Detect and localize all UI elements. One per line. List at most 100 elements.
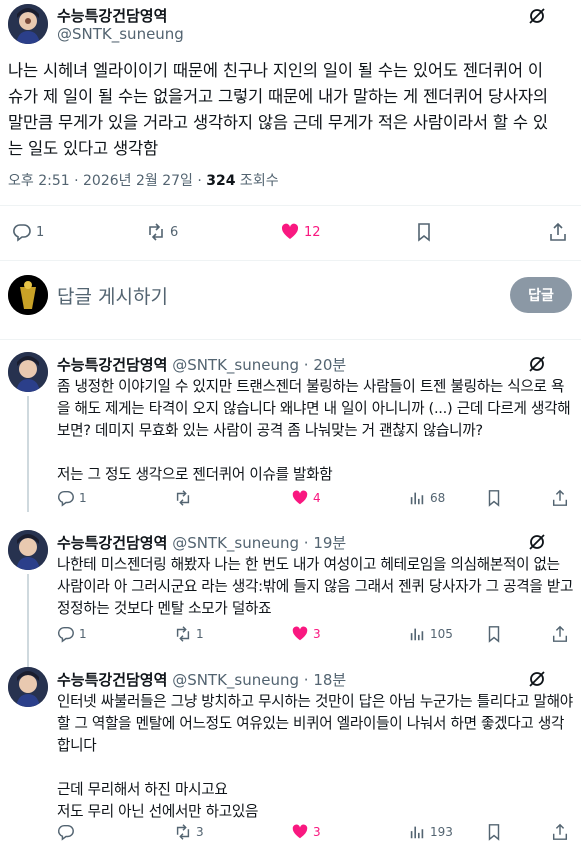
reply-author-name[interactable]: 수능특강건담영역 (57, 671, 167, 689)
retweet-count: 3 (196, 825, 204, 839)
reply-handle-time[interactable]: @SNTK_suneung · 20분 (172, 356, 346, 374)
reply-button[interactable] (57, 823, 79, 841)
reply-button[interactable]: 1 (57, 489, 87, 507)
reply-header: 수능특강건담영역 @SNTK_suneung · 18분 (57, 669, 346, 690)
views-label: 조회수 (235, 173, 279, 189)
share-button[interactable] (551, 489, 569, 507)
retweet-button[interactable] (174, 489, 196, 507)
bookmark-button[interactable] (485, 489, 503, 507)
reply-action-bar: 3 3 193 (57, 823, 577, 843)
reply-avatar[interactable] (8, 667, 48, 707)
reply-avatar[interactable] (8, 530, 48, 570)
retweet-count: 6 (170, 224, 179, 240)
grok-icon[interactable] (527, 532, 547, 552)
views-icon (410, 628, 424, 641)
bookmark-button[interactable] (414, 222, 434, 242)
views-button[interactable]: 105 (408, 625, 453, 643)
divider (0, 339, 581, 340)
reply-handle-time[interactable]: @SNTK_suneung · 18분 (172, 671, 346, 689)
like-count: 12 (304, 224, 321, 240)
reply-paragraph: 저는 그 정도 생각으로 젠더퀴어 이슈를 발화함 (57, 466, 333, 483)
reply-handle-time[interactable]: @SNTK_suneung · 19분 (172, 534, 346, 552)
like-button[interactable]: 4 (291, 489, 321, 507)
views-count: 105 (430, 627, 453, 641)
reply-text: 좀 냉정한 이야기일 수 있지만 트랜스젠더 불링하는 사람들이 트젠 불링하는… (57, 376, 575, 486)
reply-item[interactable]: 수능특강건담영역 @SNTK_suneung · 18분 인터넷 싸불러들은 그… (0, 667, 581, 847)
user-avatar[interactable] (8, 275, 48, 315)
grok-icon[interactable] (527, 354, 547, 374)
divider (0, 205, 581, 206)
like-count: 3 (313, 825, 321, 839)
author-handle[interactable]: @SNTK_suneung (57, 25, 184, 43)
author-name[interactable]: 수능특강건담영역 (57, 5, 167, 26)
heart-icon (292, 626, 308, 641)
reply-author-name[interactable]: 수능특강건담영역 (57, 534, 167, 552)
thread-line (27, 396, 29, 512)
reply-paragraph: 인터넷 싸불러들은 그냥 방치하고 무시하는 것만이 답은 아님 누군가는 틀리… (57, 693, 573, 754)
reply-header: 수능특강건담영역 @SNTK_suneung · 20분 (57, 354, 346, 375)
views-icon (410, 826, 424, 839)
bookmark-icon (488, 626, 500, 643)
reply-icon (58, 626, 74, 643)
author-avatar[interactable] (8, 4, 48, 44)
divider (0, 260, 581, 261)
reply-item[interactable]: 수능특강건담영역 @SNTK_suneung · 20분 좀 냉정한 이야기일 … (0, 352, 581, 512)
post-timestamp[interactable]: 오후 2:51 · 2026년 2월 27일 · (8, 173, 206, 189)
grok-icon[interactable] (527, 669, 547, 689)
heart-icon (281, 223, 299, 239)
reply-text: 인터넷 싸불러들은 그냥 방치하고 무시하는 것만이 답은 아님 누군가는 틀리… (57, 691, 575, 823)
retweet-button[interactable]: 6 (146, 222, 178, 242)
views-count: 193 (430, 825, 453, 839)
heart-icon (292, 490, 308, 505)
like-count: 4 (313, 491, 321, 505)
reply-submit-button[interactable]: 답글 (510, 277, 572, 313)
share-button[interactable] (551, 625, 569, 643)
reply-icon (13, 224, 31, 242)
share-button[interactable] (548, 222, 568, 242)
bookmark-icon (488, 490, 500, 507)
reply-paragraph: 나한테 미스젠더링 해봤자 나는 한 번도 내가 여성이고 헤테로임을 의심해본… (57, 556, 574, 617)
share-icon (552, 823, 568, 840)
views-button[interactable]: 193 (408, 823, 453, 841)
reply-count: 1 (79, 491, 87, 505)
share-icon (550, 222, 566, 241)
reply-author-name[interactable]: 수능특강건담영역 (57, 356, 167, 374)
like-button[interactable]: 3 (291, 625, 321, 643)
views-count: 68 (430, 491, 446, 505)
views-icon (410, 492, 424, 505)
share-icon (552, 625, 568, 642)
post-text-line: 나는 시헤녀 엘라이이기 때문에 친구나 지인의 일이 될 수는 있어도 젠더퀴… (8, 61, 543, 80)
like-button[interactable]: 12 (280, 222, 321, 242)
reply-input[interactable]: 답글 게시하기 (57, 282, 168, 309)
reply-avatar[interactable] (8, 352, 48, 392)
bookmark-icon (488, 824, 500, 841)
post-text-line: 슈가 제 일이 될 수는 없을거고 그렇기 때문에 내가 말하는 게 젠더퀴어 … (8, 87, 548, 106)
retweet-button[interactable]: 3 (174, 823, 204, 841)
share-button[interactable] (551, 823, 569, 841)
reply-item[interactable]: 수능특강건담영역 @SNTK_suneung · 19분 나한테 미스젠더링 해… (0, 530, 581, 669)
grok-icon[interactable] (527, 6, 547, 26)
like-count: 3 (313, 627, 321, 641)
post-text-line: 말만큼 무게가 있을 거라고 생각하지 않음 근데 무게가 적은 사람이라서 할… (8, 113, 548, 132)
reply-paragraph (57, 757, 575, 779)
reply-paragraph: 좀 냉정한 이야기일 수 있지만 트랜스젠더 불링하는 사람들이 트젠 불링하는… (57, 378, 571, 439)
reply-action-bar: 1 1 3 105 (57, 625, 577, 645)
like-button[interactable]: 3 (291, 823, 321, 841)
reply-composer: 답글 게시하기 답글 (0, 265, 581, 331)
reply-icon (58, 490, 74, 507)
bookmark-button[interactable] (485, 625, 503, 643)
retweet-button[interactable]: 1 (174, 625, 204, 643)
views-button[interactable]: 68 (408, 489, 445, 507)
reply-paragraph: 근데 무리해서 하진 마시고요 (57, 781, 228, 798)
reply-button[interactable]: 1 (12, 222, 44, 242)
bookmark-button[interactable] (485, 823, 503, 841)
post-text-line: 는 일도 있다고 생각함 (8, 139, 158, 158)
reply-button[interactable]: 1 (57, 625, 87, 643)
reply-paragraph: 저도 무리 아닌 선에서만 하고있음 (57, 803, 259, 820)
reply-header: 수능특강건담영역 @SNTK_suneung · 19분 (57, 532, 346, 553)
retweet-count: 1 (196, 627, 204, 641)
post-text: 나는 시헤녀 엘라이이기 때문에 친구나 지인의 일이 될 수는 있어도 젠더퀴… (8, 58, 573, 162)
reply-action-bar: 1 4 68 (57, 489, 577, 509)
heart-icon (292, 824, 308, 839)
reply-paragraph (57, 442, 575, 464)
